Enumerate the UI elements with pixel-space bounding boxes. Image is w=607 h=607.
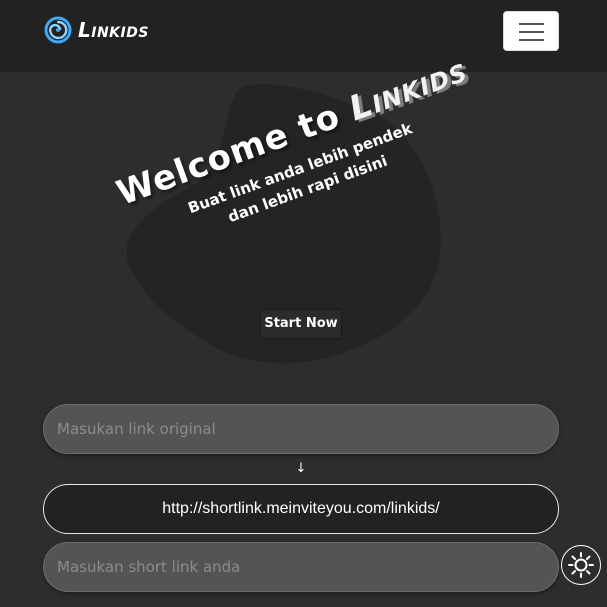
- sun-icon: [568, 552, 594, 578]
- original-link-input[interactable]: [43, 404, 559, 454]
- theme-toggle-button[interactable]: [561, 545, 601, 585]
- navbar: Linkids: [0, 0, 607, 72]
- spiral-logo-icon: [44, 16, 72, 44]
- short-link-prefix: http://shortlink.meinviteyou.com/linkids…: [43, 484, 559, 534]
- arrow-down-icon: ↓: [295, 461, 307, 476]
- short-link-input[interactable]: [43, 542, 559, 592]
- brand-name: Linkids: [78, 18, 149, 42]
- hero-section: Welcome to Linkids Buat link anda lebih …: [0, 50, 607, 372]
- navbar-toggle-button[interactable]: [503, 11, 559, 51]
- start-now-button[interactable]: Start Now: [260, 309, 342, 339]
- brand-link[interactable]: Linkids: [44, 14, 149, 46]
